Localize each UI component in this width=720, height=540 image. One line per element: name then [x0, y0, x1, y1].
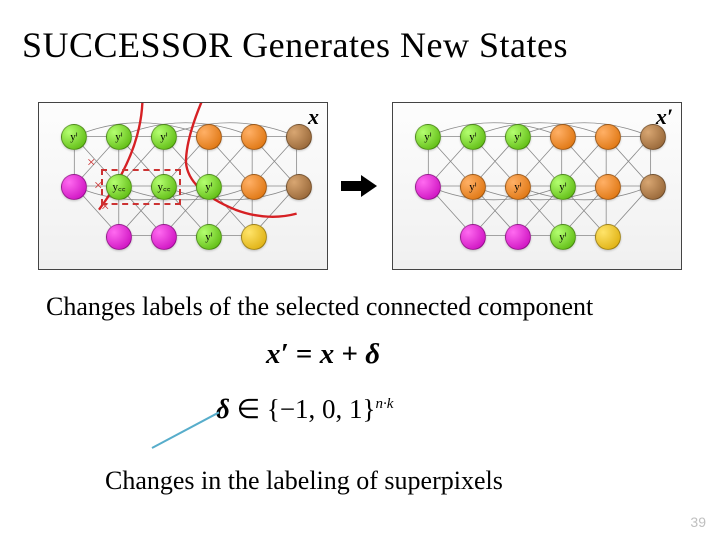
slide-title: SUCCESSOR Generates New States	[22, 24, 568, 66]
node	[286, 124, 312, 150]
node: yⁱ	[196, 174, 222, 200]
node: yⁱ	[196, 224, 222, 250]
cut-mark-icon: ×	[101, 199, 109, 216]
node: yⁱ	[415, 124, 441, 150]
node: yⁱ	[505, 124, 531, 150]
node: yⁱ	[460, 174, 486, 200]
node	[241, 174, 267, 200]
state-transition-diagram: x	[38, 98, 682, 273]
node	[595, 224, 621, 250]
caption-selected-cc: Changes labels of the selected connected…	[46, 292, 593, 322]
node	[415, 174, 441, 200]
node: yⁱ	[151, 124, 177, 150]
node	[550, 124, 576, 150]
node: yⁱ	[106, 124, 132, 150]
annotation-pointer-icon	[152, 411, 220, 448]
node: yⁱ	[550, 224, 576, 250]
node	[640, 174, 666, 200]
panel-label-x: x	[308, 104, 319, 130]
page-number: 39	[690, 514, 706, 530]
node	[196, 124, 222, 150]
node: yⁱ	[61, 124, 87, 150]
node	[106, 224, 132, 250]
transition-arrow-icon	[339, 175, 381, 197]
node	[286, 174, 312, 200]
node	[505, 224, 531, 250]
node	[151, 224, 177, 250]
node	[595, 174, 621, 200]
node: yⁱ	[505, 174, 531, 200]
node	[61, 174, 87, 200]
cut-mark-icon: ×	[94, 178, 102, 195]
equation-state-update: x′ = x + δ	[266, 338, 380, 371]
node: yⁱ	[460, 124, 486, 150]
node: yⁱ	[550, 174, 576, 200]
node	[595, 124, 621, 150]
caption-superpixel-changes: Changes in the labeling of superpixels	[105, 466, 503, 496]
state-panel-after: x′	[392, 102, 682, 270]
state-panel-before: x	[38, 102, 328, 270]
node	[640, 124, 666, 150]
equation-delta-domain: δ ∈ {−1, 0, 1}n·k	[216, 394, 393, 425]
node	[460, 224, 486, 250]
node	[241, 224, 267, 250]
cut-mark-icon: ×	[87, 155, 95, 172]
node	[241, 124, 267, 150]
selected-cc-box	[101, 169, 181, 205]
